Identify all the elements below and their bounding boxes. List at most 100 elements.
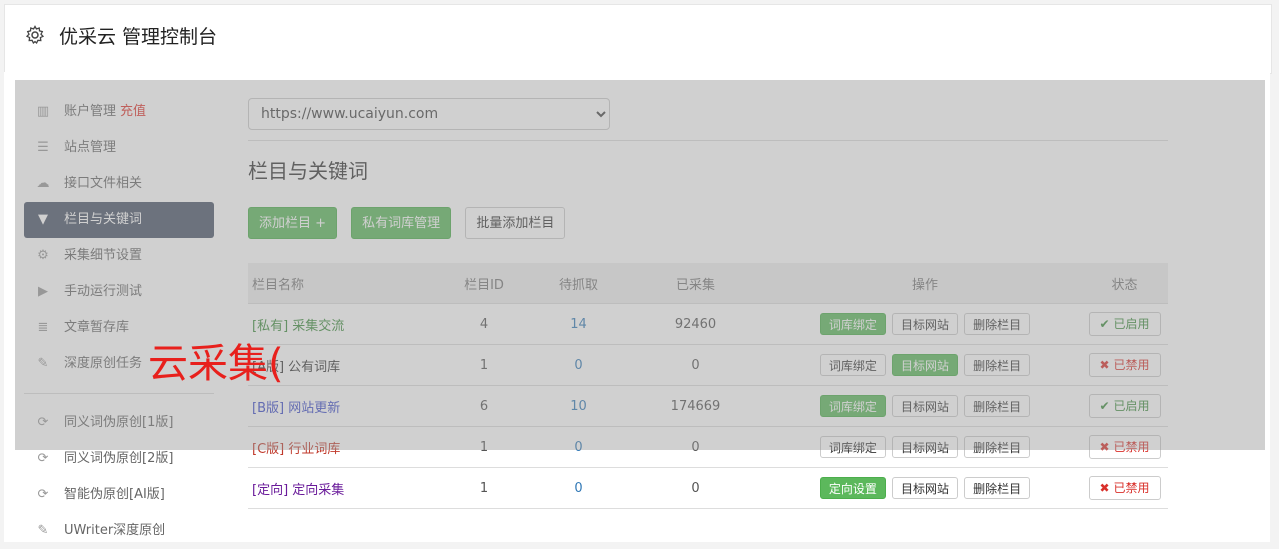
page-title: 优采云 管理控制台 <box>59 26 218 48</box>
sidebar-item-label: 采集细节设置 <box>64 248 143 263</box>
close-icon: ✖ <box>1099 481 1110 495</box>
sidebar-item-account[interactable]: ▥ 账户管理 充值 <box>24 94 214 130</box>
main-area: https://www.ucaiyun.com 栏目与关键词 添加栏目 + 私有… <box>248 98 1168 509</box>
sidebar-item-sites[interactable]: ☰ 站点管理 <box>24 130 214 166</box>
col-header-pending: 待抓取 <box>535 263 622 304</box>
table-row: [C版] 行业词库 1 0 0 词库绑定 目标网站 删除栏目 ✖ 已禁用 <box>248 426 1168 468</box>
sidebar-item-label: 同义词伪原创[1版] <box>64 415 174 430</box>
sidebar-item-label: 深度原创任务 <box>64 356 143 371</box>
status-label: 已禁用 <box>1113 481 1150 495</box>
add-column-button[interactable]: 添加栏目 + <box>248 207 338 239</box>
status-toggle[interactable]: ✖ 已禁用 <box>1088 353 1161 377</box>
status-label: 已启用 <box>1113 317 1150 331</box>
watermark-text: 云采集( <box>148 341 284 387</box>
sidebar-item-interface-files[interactable]: ☁ 接口文件相关 <box>24 166 214 202</box>
table-row: [定向] 定向采集 1 0 0 定向设置 目标网站 删除栏目 ✖ 已禁用 <box>248 467 1168 509</box>
lexicon-bind-button[interactable]: 词库绑定 <box>819 436 886 458</box>
refresh-icon: ⟳ <box>37 487 49 502</box>
target-site-button[interactable]: 目标网站 <box>891 436 958 458</box>
sidebar-divider <box>24 393 214 394</box>
server-icon: ☰ <box>37 140 49 155</box>
sidebar-item-ai-rewrite[interactable]: ⟳ 智能伪原创[AI版] <box>24 477 214 513</box>
table-row: [私有] 采集交流 4 14 92460 词库绑定 目标网站 删除栏目 ✔ 已启… <box>248 303 1168 345</box>
private-lexicon-button[interactable]: 私有词库管理 <box>351 207 452 239</box>
table-row: [B版] 网站更新 6 10 174669 词库绑定 目标网站 删除栏目 ✔ 已… <box>248 385 1168 427</box>
collected-count: 0 <box>622 344 769 386</box>
pending-count-link[interactable]: 0 <box>574 440 582 455</box>
divider <box>248 140 1168 141</box>
sidebar-item-label: 同义词伪原创[2版] <box>64 451 174 466</box>
sidebar-item-label: 站点管理 <box>64 140 117 155</box>
status-label: 已禁用 <box>1113 440 1150 454</box>
sidebar: ▥ 账户管理 充值 ☰ 站点管理 ☁ 接口文件相关 ▼ 栏目与关键词 ⚙ 采集细节… <box>24 94 214 549</box>
sidebar-item-label: 接口文件相关 <box>64 176 143 191</box>
status-toggle[interactable]: ✔ 已启用 <box>1088 312 1161 336</box>
sidebar-item-manual-run[interactable]: ▶ 手动运行测试 <box>24 274 214 310</box>
lexicon-bind-button[interactable]: 词库绑定 <box>819 395 886 417</box>
database-icon: ≣ <box>37 320 49 335</box>
status-label: 已启用 <box>1113 399 1150 413</box>
target-site-button[interactable]: 目标网站 <box>891 354 958 376</box>
col-header-name: 栏目名称 <box>248 263 433 304</box>
bar-chart-icon: ▥ <box>36 104 50 119</box>
collected-count: 0 <box>622 426 769 468</box>
action-buttons: 添加栏目 + 私有词库管理 批量添加栏目 <box>248 207 1168 241</box>
sidebar-item-columns-keywords[interactable]: ▼ 栏目与关键词 <box>24 202 214 238</box>
directed-settings-button[interactable]: 定向设置 <box>819 477 886 499</box>
sidebar-item-label: 手动运行测试 <box>64 284 143 299</box>
lexicon-bind-button[interactable]: 词库绑定 <box>819 313 886 335</box>
delete-column-button[interactable]: 删除栏目 <box>964 477 1031 499</box>
delete-column-button[interactable]: 删除栏目 <box>964 313 1031 335</box>
column-name-link[interactable]: [C版] 行业词库 <box>252 442 340 457</box>
delete-column-button[interactable]: 删除栏目 <box>964 436 1031 458</box>
table-header-row: 栏目名称 栏目ID 待抓取 已采集 操作 状态 <box>248 263 1168 304</box>
columns-table: 栏目名称 栏目ID 待抓取 已采集 操作 状态 [私有] 采集交流 4 14 9… <box>248 263 1168 509</box>
check-icon: ✔ <box>1099 317 1110 331</box>
refresh-icon: ⟳ <box>37 451 49 466</box>
cloud-upload-icon: ☁ <box>36 176 50 191</box>
cogs-icon: ⚙ <box>37 248 49 263</box>
pending-count-link[interactable]: 10 <box>570 399 587 414</box>
column-id: 1 <box>433 344 535 386</box>
sidebar-item-collect-settings[interactable]: ⚙ 采集细节设置 <box>24 238 214 274</box>
col-header-ops: 操作 <box>769 263 1081 304</box>
batch-add-column-button[interactable]: 批量添加栏目 <box>465 207 566 239</box>
column-id: 1 <box>433 467 535 509</box>
lexicon-bind-button[interactable]: 词库绑定 <box>819 354 886 376</box>
col-header-status: 状态 <box>1081 263 1168 304</box>
collected-count: 92460 <box>622 303 769 345</box>
edit-icon: ✎ <box>37 356 49 371</box>
status-toggle[interactable]: ✖ 已禁用 <box>1088 476 1161 500</box>
column-name-link[interactable]: [B版] 网站更新 <box>252 401 340 416</box>
target-site-button[interactable]: 目标网站 <box>891 395 958 417</box>
table-row: [A版] 公有词库 1 0 0 词库绑定 目标网站 删除栏目 ✖ 已禁用 <box>248 344 1168 386</box>
pending-count-link[interactable]: 14 <box>570 317 587 332</box>
gear-icon <box>25 25 45 45</box>
pending-count-link[interactable]: 0 <box>574 481 582 496</box>
sidebar-item-label: UWriter深度原创 <box>64 523 166 538</box>
sidebar-item-synonym-v1[interactable]: ⟳ 同义词伪原创[1版] <box>24 405 214 441</box>
status-toggle[interactable]: ✖ 已禁用 <box>1088 435 1161 459</box>
recharge-link[interactable]: 充值 <box>120 104 146 119</box>
status-toggle[interactable]: ✔ 已启用 <box>1088 394 1161 418</box>
header-bar: 优采云 管理控制台 <box>4 4 1272 74</box>
sidebar-item-uwriter[interactable]: ✎ UWriter深度原创 <box>24 513 214 549</box>
section-title: 栏目与关键词 <box>248 159 368 183</box>
edit-icon: ✎ <box>37 523 49 538</box>
collected-count: 0 <box>622 467 769 509</box>
check-icon: ✔ <box>1099 399 1110 413</box>
refresh-icon: ⟳ <box>37 415 49 430</box>
site-select[interactable]: https://www.ucaiyun.com <box>248 98 610 130</box>
status-label: 已禁用 <box>1113 358 1150 372</box>
sidebar-item-label: 栏目与关键词 <box>64 212 143 227</box>
column-name-link[interactable]: [定向] 定向采集 <box>252 483 344 498</box>
target-site-button[interactable]: 目标网站 <box>891 313 958 335</box>
sidebar-item-synonym-v2[interactable]: ⟳ 同义词伪原创[2版] <box>24 441 214 477</box>
close-icon: ✖ <box>1099 440 1110 454</box>
pending-count-link[interactable]: 0 <box>574 358 582 373</box>
column-name-link[interactable]: [私有] 采集交流 <box>252 319 344 334</box>
delete-column-button[interactable]: 删除栏目 <box>964 395 1031 417</box>
delete-column-button[interactable]: 删除栏目 <box>964 354 1031 376</box>
target-site-button[interactable]: 目标网站 <box>891 477 958 499</box>
column-id: 6 <box>433 385 535 427</box>
